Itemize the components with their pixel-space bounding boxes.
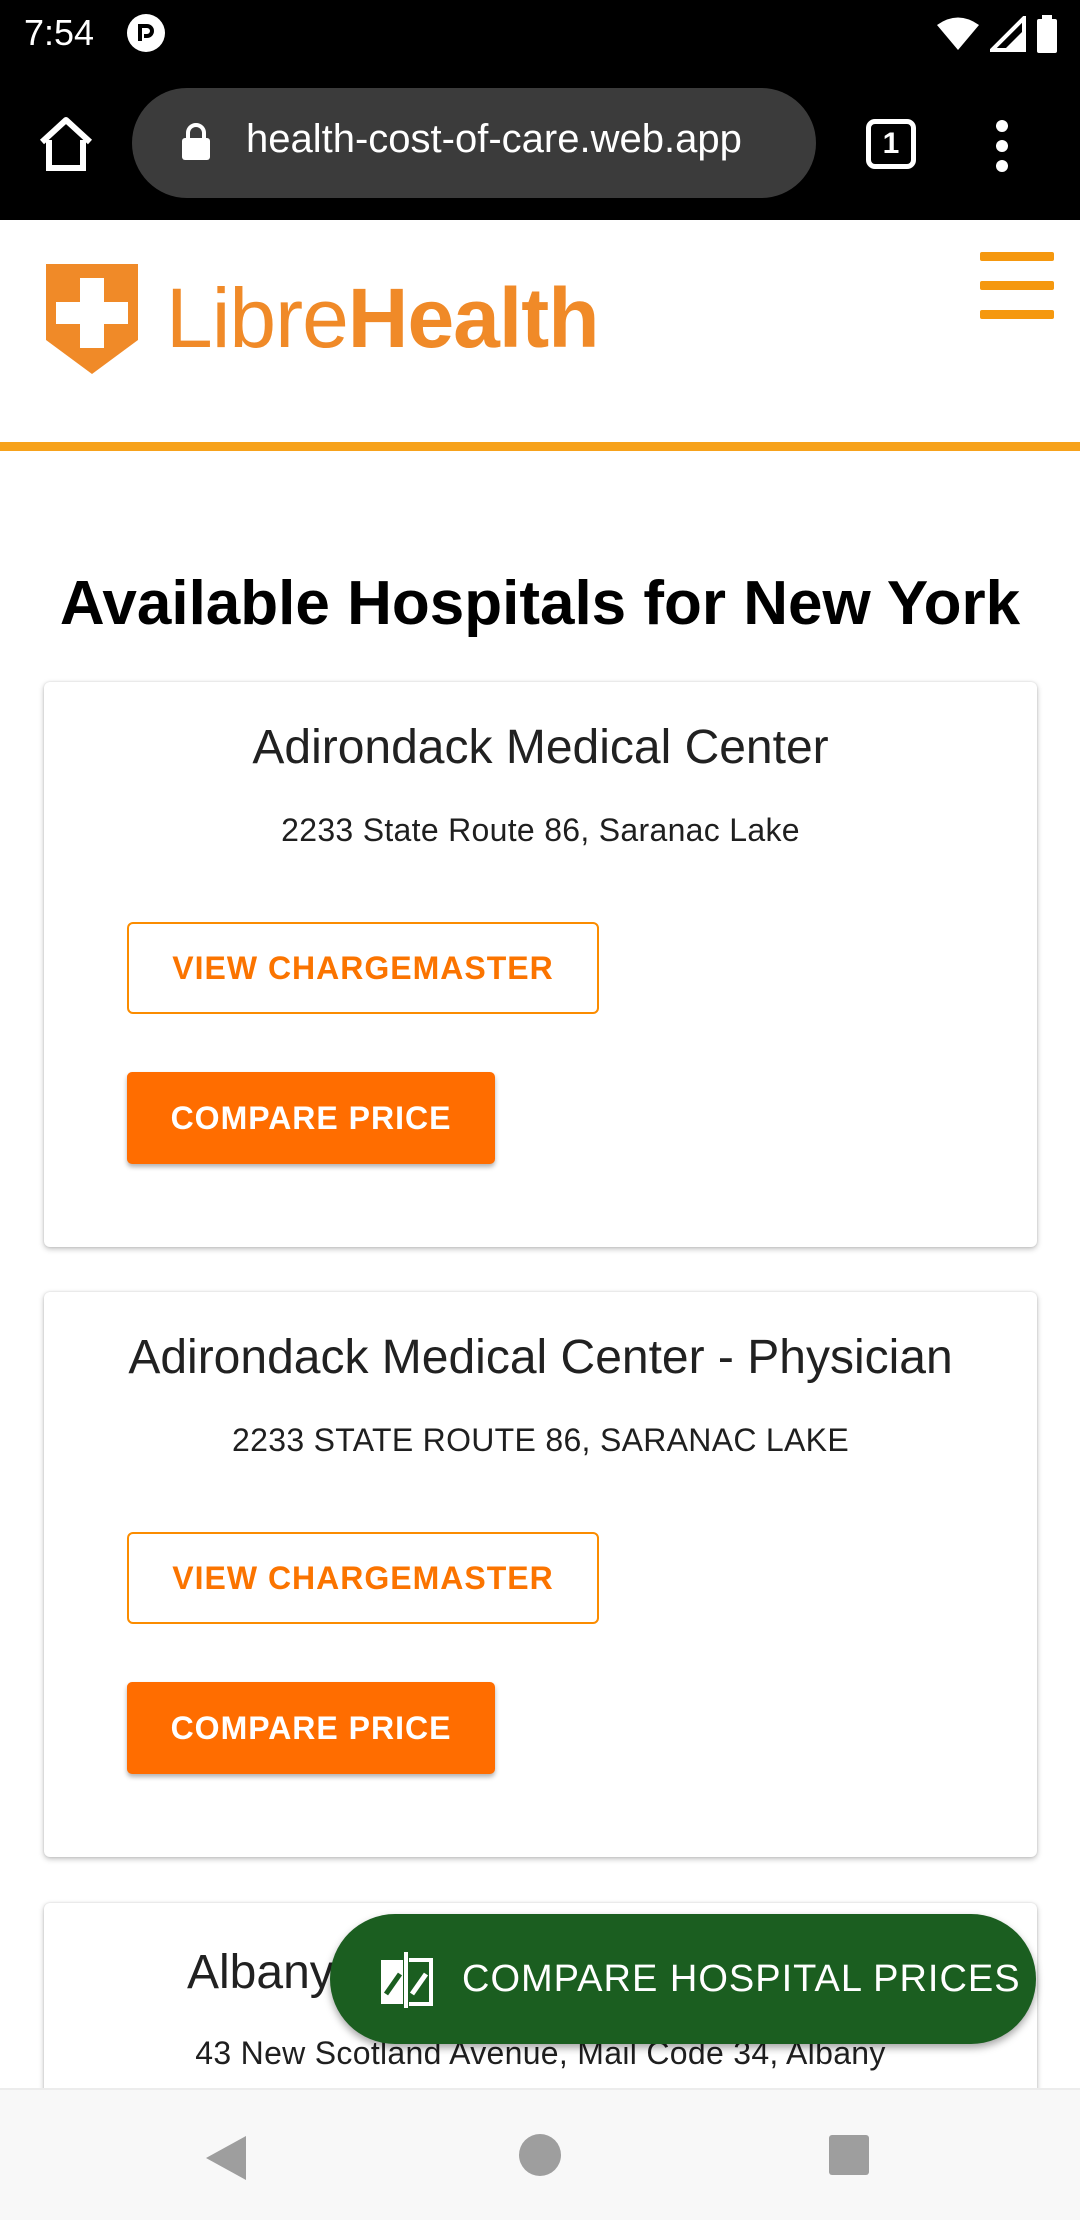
- status-icons: [936, 14, 1058, 54]
- compare-price-button[interactable]: COMPARE PRICE: [127, 1072, 495, 1164]
- recents-icon[interactable]: [829, 2135, 869, 2175]
- lock-icon: [182, 123, 210, 160]
- cellular-signal-icon: [990, 16, 1026, 52]
- view-chargemaster-button[interactable]: VIEW CHARGEMASTER: [127, 1532, 599, 1624]
- more-options-icon[interactable]: [990, 118, 1014, 174]
- hospital-card: Adirondack Medical Center 2233 State Rou…: [44, 682, 1037, 1247]
- compare-hospital-prices-button[interactable]: COMPARE HOSPITAL PRICES: [330, 1914, 1036, 2044]
- logo-text-bold: Health: [347, 270, 600, 365]
- hospital-address: 2233 STATE ROUTE 86, SARANAC LAKE: [232, 1422, 849, 1458]
- battery-icon: [1037, 15, 1057, 53]
- compare-price-button[interactable]: COMPARE PRICE: [127, 1682, 495, 1774]
- browser-toolbar: health-cost-of-care.web.app 1: [0, 66, 1080, 220]
- app-notification-icon: [127, 14, 165, 52]
- tab-switcher-button[interactable]: 1: [866, 119, 916, 169]
- home-icon[interactable]: [36, 114, 96, 174]
- status-time: 7:54: [24, 12, 95, 53]
- hospital-name: Albany: [187, 1946, 334, 1999]
- hospital-name: Adirondack Medical Center - Physician: [128, 1331, 953, 1384]
- view-chargemaster-button[interactable]: VIEW CHARGEMASTER: [127, 922, 599, 1014]
- status-bar: 7:54: [0, 0, 1080, 66]
- hospital-address: 2233 State Route 86, Saranac Lake: [281, 812, 800, 848]
- back-icon[interactable]: [204, 2134, 248, 2182]
- health-cross-icon: [46, 264, 138, 374]
- logo-text-light: Libre: [166, 270, 349, 365]
- hamburger-menu-icon[interactable]: [980, 252, 1054, 320]
- system-navigation-bar: [0, 2088, 1080, 2220]
- hospital-name: Adirondack Medical Center: [252, 721, 829, 774]
- logo-text: LibreHealth: [166, 270, 600, 367]
- home-nav-icon[interactable]: [519, 2134, 561, 2176]
- hospital-card: Adirondack Medical Center - Physician 22…: [44, 1292, 1037, 1857]
- page-title: Available Hospitals for New York: [59, 569, 1021, 638]
- url-text: health-cost-of-care.web.app: [246, 117, 742, 161]
- fab-label: COMPARE HOSPITAL PRICES: [462, 1958, 1021, 2000]
- compare-icon: [381, 1952, 433, 2008]
- logo[interactable]: LibreHealth: [42, 258, 600, 378]
- address-bar[interactable]: health-cost-of-care.web.app: [132, 88, 816, 198]
- wifi-icon: [937, 17, 979, 50]
- site-header: LibreHealth: [0, 220, 1080, 451]
